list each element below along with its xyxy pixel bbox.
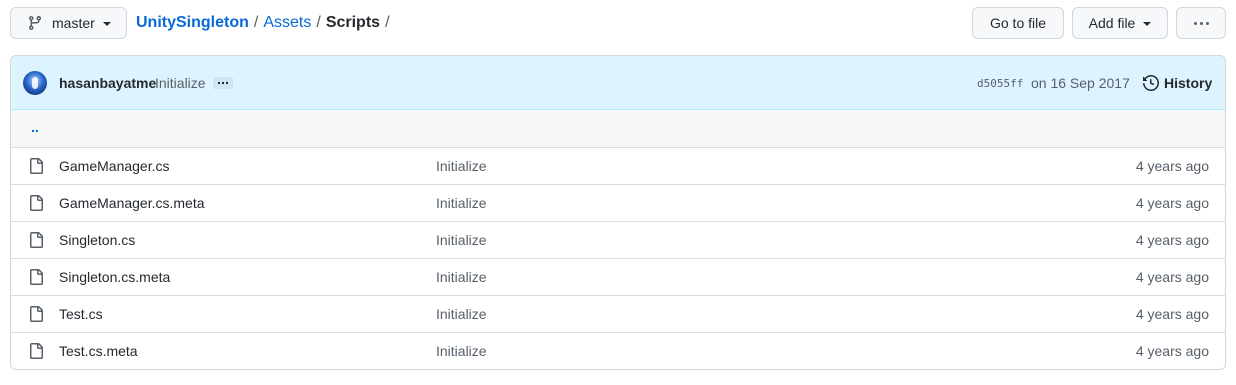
add-file-label: Add file [1088,15,1136,31]
parent-directory-link[interactable]: .. [31,119,39,135]
file-icon [28,269,44,285]
file-commit-message-link[interactable]: Initialize [436,158,487,174]
file-name-link[interactable]: Test.cs [59,306,103,322]
table-row[interactable]: Test.cs.meta Initialize 4 years ago [11,332,1225,369]
add-file-button[interactable]: Add file [1072,7,1168,39]
file-age: 4 years ago [1135,232,1209,248]
breadcrumb: UnitySingleton / Assets / Scripts / [136,7,395,39]
breadcrumb-separator: / [385,14,390,31]
file-age: 4 years ago [1135,306,1209,322]
avatar[interactable] [23,71,47,95]
file-name-link[interactable]: Test.cs.meta [59,343,138,359]
file-icon [28,158,44,174]
file-icon [28,306,44,322]
file-commit-message-link[interactable]: Initialize [436,306,487,322]
file-name-link[interactable]: Singleton.cs.meta [59,269,170,285]
file-name-link[interactable]: Singleton.cs [59,232,135,248]
parent-directory-row[interactable]: .. [11,110,1225,147]
table-row[interactable]: GameManager.cs Initialize 4 years ago [11,147,1225,184]
file-icon [28,195,44,211]
breadcrumb-assets-link[interactable]: Assets [263,14,311,32]
history-label: History [1164,75,1213,91]
table-row[interactable]: Singleton.cs.meta Initialize 4 years ago [11,258,1225,295]
breadcrumb-repo-link[interactable]: UnitySingleton [136,14,249,32]
file-age: 4 years ago [1135,195,1209,211]
file-commit-message-link[interactable]: Initialize [436,232,487,248]
file-commit-message-link[interactable]: Initialize [436,343,487,359]
commit-message-link[interactable]: Initialize [155,75,206,91]
file-name-link[interactable]: GameManager.cs.meta [59,195,205,211]
repo-toolbar: master UnitySingleton / Assets / Scripts… [10,7,1226,39]
breadcrumb-separator: / [316,14,321,31]
history-link[interactable]: History [1143,75,1212,91]
file-icon [28,232,44,248]
file-name-link[interactable]: GameManager.cs [59,158,170,174]
latest-commit-bar: hasanbayatme Initialize d5055ff on 16 Se… [11,56,1225,110]
table-row[interactable]: Test.cs Initialize 4 years ago [11,295,1225,332]
history-icon [1143,75,1159,91]
file-commit-message-link[interactable]: Initialize [436,195,487,211]
more-options-button[interactable] [1176,7,1226,39]
commit-date: on 16 Sep 2017 [1031,75,1130,91]
file-listing: hasanbayatme Initialize d5055ff on 16 Se… [10,55,1226,370]
branch-name: master [52,15,95,31]
chevron-down-icon [102,22,111,26]
file-icon [28,343,44,359]
breadcrumb-current-folder: Scripts [325,14,381,31]
file-age: 4 years ago [1135,269,1209,285]
table-row[interactable]: Singleton.cs Initialize 4 years ago [11,221,1225,258]
file-commit-message-link[interactable]: Initialize [436,269,487,285]
commit-sha-link[interactable]: d5055ff [977,77,1023,90]
git-branch-icon [27,15,43,31]
breadcrumb-separator: / [253,14,259,31]
table-row[interactable]: GameManager.cs.meta Initialize 4 years ago [11,184,1225,221]
file-age: 4 years ago [1135,343,1209,359]
commit-author-link[interactable]: hasanbayatme [59,75,156,91]
go-to-file-button[interactable]: Go to file [972,7,1064,39]
expand-commit-message-button[interactable] [213,77,233,89]
branch-select-button[interactable]: master [10,7,127,39]
file-age: 4 years ago [1135,158,1209,174]
kebab-horizontal-icon [1193,21,1209,25]
chevron-down-icon [1143,22,1152,26]
